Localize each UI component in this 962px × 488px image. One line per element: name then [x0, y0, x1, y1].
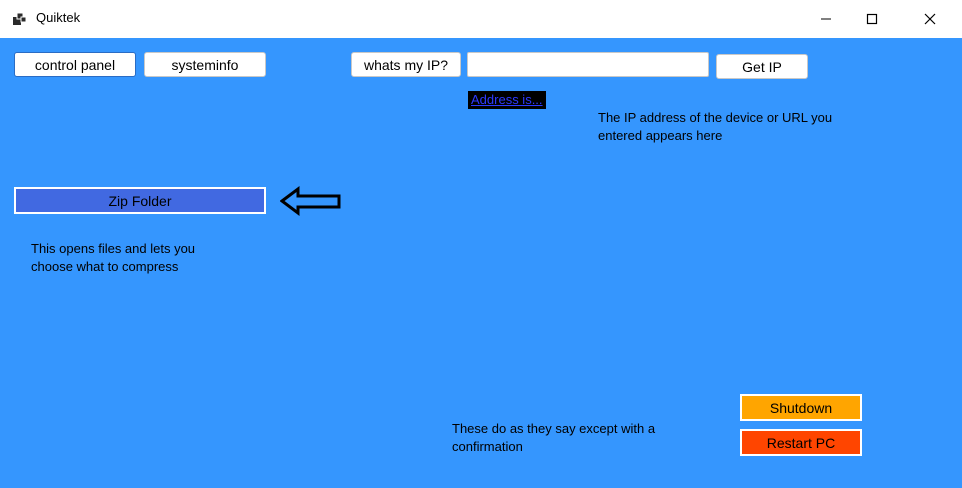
get-ip-button[interactable]: Get IP [716, 54, 808, 79]
ip-description-line-2: entered appears here [598, 128, 723, 143]
restart-pc-button[interactable]: Restart PC [740, 429, 862, 456]
app-window: Quiktek control panel systeminfo whats m… [0, 0, 962, 488]
systeminfo-button[interactable]: systeminfo [144, 52, 266, 77]
app-window-icon [12, 11, 28, 27]
power-description-line-2: confirmation [452, 439, 523, 454]
power-description-line-1: These do as they say except with a [452, 421, 656, 436]
address-result-link[interactable]: Address is... [468, 91, 546, 109]
ip-address-input[interactable] [467, 52, 709, 77]
minimize-button[interactable] [803, 0, 849, 38]
whats-my-ip-button[interactable]: whats my IP? [351, 52, 461, 77]
client-area: control panel systeminfo whats my IP? Ge… [0, 38, 962, 488]
shutdown-button[interactable]: Shutdown [740, 394, 862, 421]
zip-description-line-2: choose what to compress [31, 259, 179, 274]
minimize-icon [820, 10, 832, 29]
title-bar[interactable]: Quiktek [0, 0, 962, 38]
ip-description-line-1: The IP address of the device or URL you [598, 110, 833, 125]
close-icon [924, 10, 936, 29]
maximize-icon [866, 10, 878, 29]
window-title: Quiktek [36, 10, 81, 25]
left-arrow-icon [279, 186, 342, 216]
close-button[interactable] [907, 0, 953, 38]
power-description: These do as they say except with a confi… [452, 420, 655, 456]
zip-description-line-1: This opens files and lets you [31, 241, 196, 256]
zip-description: This opens files and lets you choose wha… [31, 240, 195, 276]
control-panel-button[interactable]: control panel [14, 52, 136, 77]
ip-description: The IP address of the device or URL you … [598, 109, 832, 145]
zip-folder-button[interactable]: Zip Folder [14, 187, 266, 214]
maximize-button[interactable] [849, 0, 895, 38]
